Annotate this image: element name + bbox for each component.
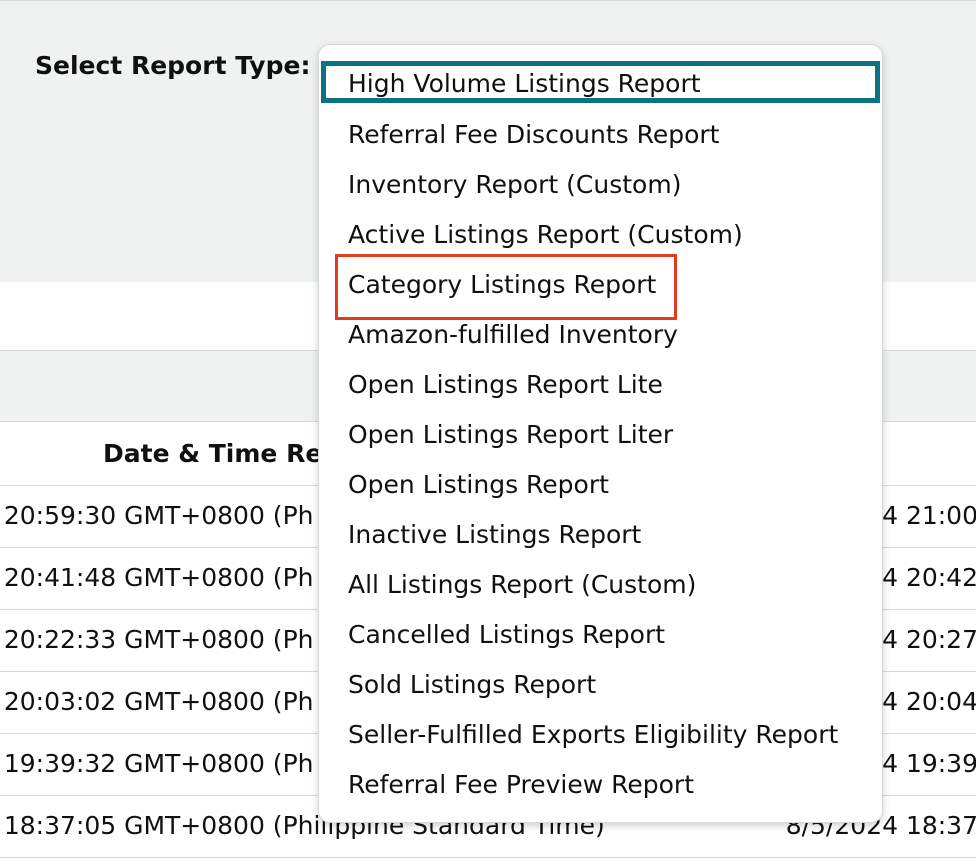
date-requested-cell: 4 20:03:02 GMT+0800 (Ph bbox=[0, 687, 314, 716]
report-type-option[interactable]: Active Listings Report (Custom) bbox=[319, 210, 882, 260]
report-type-option[interactable]: Open Listings Report Lite bbox=[319, 360, 882, 410]
date-completed-cell: 4 20:27 bbox=[882, 625, 976, 654]
date-completed-cell: 4 20:42 bbox=[882, 563, 976, 592]
select-report-type-label: Select Report Type: bbox=[35, 51, 311, 80]
date-requested-cell: 4 19:39:32 GMT+0800 (Ph bbox=[0, 749, 314, 778]
report-type-option[interactable]: Inventory Report (Custom) bbox=[319, 160, 882, 210]
report-type-dropdown[interactable]: High Volume Listings Report Referral Fee … bbox=[318, 44, 883, 823]
report-type-option[interactable]: Open Listings Report bbox=[319, 460, 882, 510]
report-type-option[interactable]: High Volume Listings Report bbox=[319, 60, 882, 110]
date-requested-cell: 4 20:59:30 GMT+0800 (Ph bbox=[0, 501, 314, 530]
report-type-option[interactable]: Amazon-fulfilled Inventory bbox=[319, 310, 882, 360]
report-type-option[interactable]: Referral Fee Discounts Report bbox=[319, 110, 882, 160]
report-type-option[interactable]: Seller-Fulfilled Exports Eligibility Rep… bbox=[319, 710, 882, 760]
report-type-option[interactable]: Category Listings Report bbox=[319, 260, 882, 310]
date-completed-cell: 4 20:04 bbox=[882, 687, 976, 716]
report-type-option[interactable]: All Listings Report (Custom) bbox=[319, 560, 882, 610]
date-completed-cell: 4 19:39 bbox=[882, 749, 976, 778]
report-type-option[interactable]: Inactive Listings Report bbox=[319, 510, 882, 560]
report-type-option[interactable]: Cancelled Listings Report bbox=[319, 610, 882, 660]
report-type-options: High Volume Listings Report Referral Fee … bbox=[319, 60, 882, 810]
report-type-option[interactable]: Referral Fee Preview Report bbox=[319, 760, 882, 810]
date-requested-cell: 4 20:41:48 GMT+0800 (Ph bbox=[0, 563, 314, 592]
report-type-option[interactable]: Sold Listings Report bbox=[319, 660, 882, 710]
report-type-option[interactable]: Open Listings Report Liter bbox=[319, 410, 882, 460]
date-time-requested-header: Date & Time Req bbox=[103, 439, 341, 468]
date-requested-cell: 4 20:22:33 GMT+0800 (Ph bbox=[0, 625, 314, 654]
date-completed-cell: 4 21:00 bbox=[882, 501, 976, 530]
